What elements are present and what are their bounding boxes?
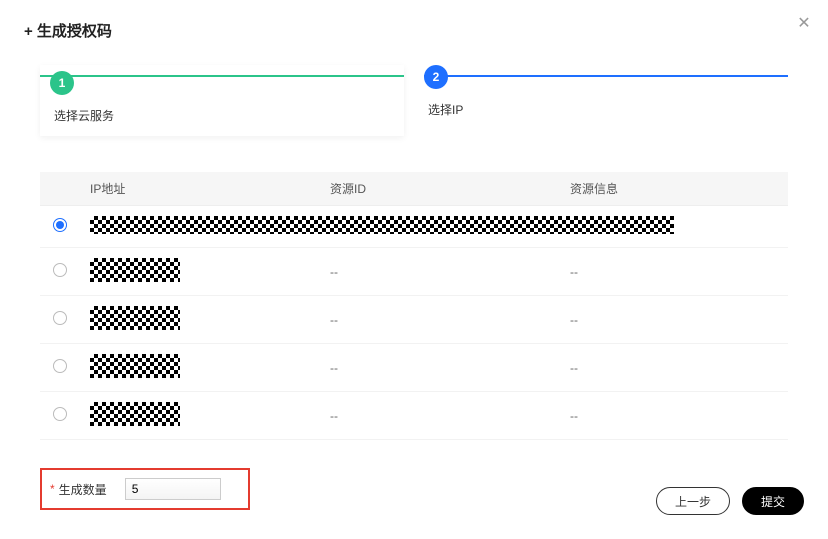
- quantity-row: * 生成数量: [40, 468, 250, 510]
- step-1-label: 选择云服务: [50, 107, 394, 124]
- cell-resource-info: --: [560, 344, 788, 392]
- row-radio[interactable]: [53, 311, 67, 325]
- row-radio[interactable]: [53, 263, 67, 277]
- step-2-label: 选择IP: [424, 101, 788, 118]
- col-header-resource-info: 资源信息: [560, 172, 788, 206]
- row-radio[interactable]: [53, 407, 67, 421]
- redacted-block: [90, 402, 180, 426]
- cell-resource-info: --: [560, 392, 788, 440]
- row-radio[interactable]: [53, 218, 67, 232]
- prev-button[interactable]: 上一步: [656, 487, 730, 515]
- col-header-ip: IP地址: [80, 172, 320, 206]
- step-2[interactable]: 2 选择IP: [424, 61, 788, 148]
- redacted-block: [90, 354, 180, 378]
- submit-button[interactable]: 提交: [742, 487, 804, 515]
- table-row[interactable]: [40, 206, 788, 248]
- cell-resource-id: --: [320, 296, 560, 344]
- modal-title: + 生成授权码: [24, 20, 804, 41]
- ip-table: IP地址 资源ID 资源信息 -- -- -- --: [40, 172, 788, 440]
- quantity-input[interactable]: [125, 478, 221, 500]
- cell-resource-id: --: [320, 392, 560, 440]
- redacted-block: [90, 216, 674, 234]
- step-2-bar: [424, 75, 788, 77]
- table-row[interactable]: -- --: [40, 248, 788, 296]
- cell-resource-id: --: [320, 344, 560, 392]
- footer-actions: 上一步 提交: [656, 487, 804, 515]
- step-1[interactable]: 1 选择云服务: [40, 61, 404, 148]
- cell-resource-id: --: [320, 248, 560, 296]
- step-indicator: 1 选择云服务 2 选择IP: [0, 53, 828, 148]
- table-row[interactable]: -- --: [40, 392, 788, 440]
- required-star-icon: *: [50, 482, 55, 496]
- step-1-badge: 1: [50, 71, 74, 95]
- cell-resource-info: --: [560, 248, 788, 296]
- table-row[interactable]: -- --: [40, 296, 788, 344]
- redacted-block: [90, 306, 180, 330]
- modal-header: + 生成授权码: [0, 0, 828, 53]
- row-radio[interactable]: [53, 359, 67, 373]
- col-header-resource-id: 资源ID: [320, 172, 560, 206]
- step-2-badge: 2: [424, 65, 448, 89]
- content-area: IP地址 资源ID 资源信息 -- -- -- --: [0, 148, 828, 510]
- redacted-block: [90, 258, 180, 282]
- cell-resource-info: --: [560, 296, 788, 344]
- quantity-label: 生成数量: [59, 481, 107, 498]
- col-header-radio: [40, 172, 80, 206]
- step-1-bar: [40, 75, 404, 77]
- close-icon[interactable]: ✕: [796, 16, 812, 32]
- table-row[interactable]: -- --: [40, 344, 788, 392]
